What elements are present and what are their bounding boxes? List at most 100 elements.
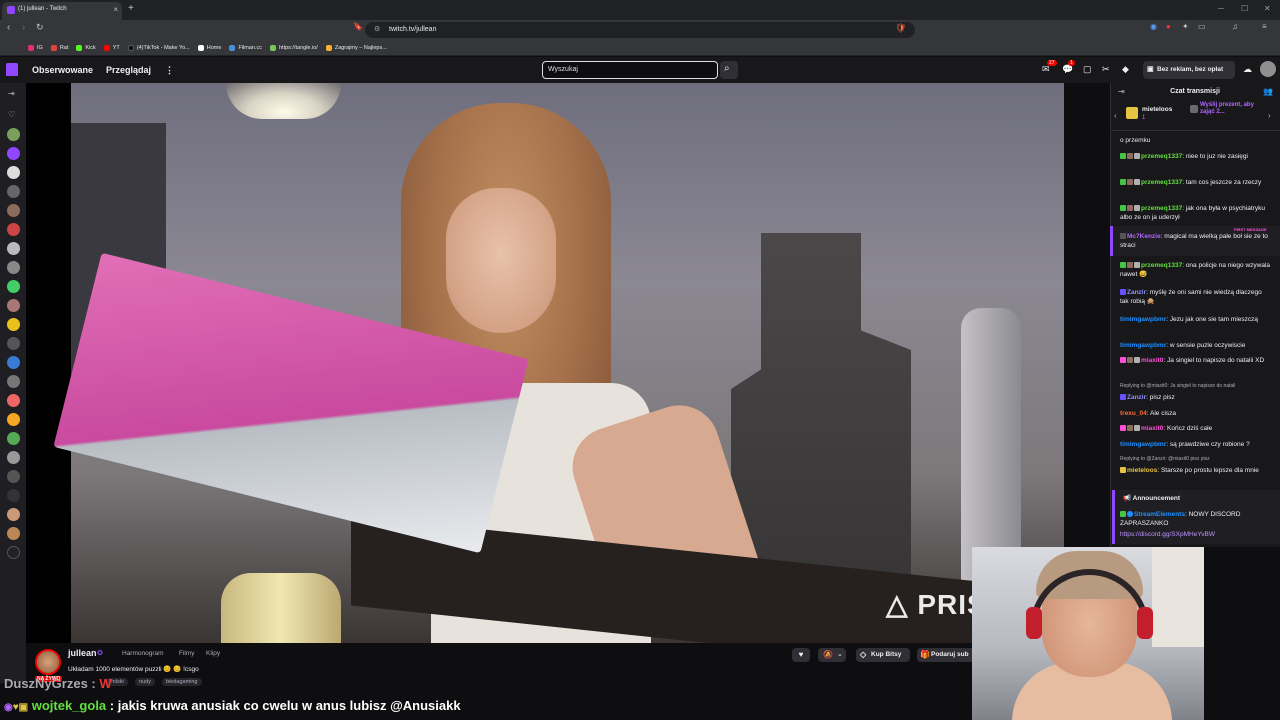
channel-avatar[interactable] (7, 356, 20, 369)
chat-username[interactable]: timimgawpbmr (1120, 342, 1166, 349)
channel-avatar[interactable] (7, 261, 20, 274)
channel-avatar[interactable] (7, 375, 20, 388)
channel-avatar[interactable] (7, 337, 20, 350)
back-icon[interactable]: ‹ (7, 22, 10, 33)
reload-icon[interactable]: ↻ (36, 22, 44, 33)
channel-avatar[interactable] (7, 527, 20, 540)
chat-username[interactable]: Zanzir (1127, 289, 1146, 296)
bookmark-rat[interactable]: Rat (50, 44, 68, 51)
twitch-logo-icon[interactable] (6, 63, 18, 76)
tag-nudy[interactable]: nudy (135, 678, 155, 686)
chat-username[interactable]: timimgawpbmr (1120, 441, 1166, 448)
channel-avatar[interactable] (7, 546, 20, 559)
close-window-icon[interactable]: ✕ (1264, 4, 1271, 13)
url-field[interactable]: ⚙ twitch.tv/jullean (365, 22, 915, 38)
channel-avatar[interactable] (7, 223, 20, 236)
channel-avatar[interactable] (7, 166, 20, 179)
follow-heart-button[interactable]: ♥ (792, 648, 810, 662)
extension-icon[interactable]: ◉ (1150, 22, 1157, 31)
streamer-avatar[interactable] (35, 649, 61, 675)
channel-avatar[interactable] (7, 508, 20, 521)
user-avatar[interactable] (1260, 61, 1276, 77)
tab-videos[interactable]: Filmy (179, 650, 195, 657)
gift-leader-name[interactable]: mieteloos (1142, 106, 1172, 113)
tab-schedule[interactable]: Harmonogram (122, 650, 164, 657)
channel-avatar[interactable] (7, 204, 20, 217)
streamer-name[interactable]: jullean (68, 648, 97, 658)
more-options-icon[interactable]: ⋮ (165, 65, 174, 76)
reply-context[interactable]: Replying to @Zanzir: @miaxit0 pisz pisz (1120, 456, 1272, 462)
maximize-icon[interactable]: ☐ (1241, 4, 1248, 13)
tag-biedagaming[interactable]: biedagaming (162, 678, 202, 686)
tab-clips[interactable]: Klipy (206, 650, 220, 657)
channel-avatar[interactable] (7, 394, 20, 407)
bookmark-tangle[interactable]: https://tangle.io/ (269, 44, 318, 51)
channel-avatar[interactable] (7, 299, 20, 312)
channel-avatar[interactable] (7, 242, 20, 255)
chat-username[interactable]: miaxit0 (1141, 357, 1163, 364)
chat-username[interactable]: Zanzir (1127, 394, 1146, 401)
gift-cta[interactable]: Wyślij prezent, aby zająć 2... (1200, 102, 1258, 116)
channel-avatar[interactable] (7, 489, 20, 502)
bits-icon[interactable]: ◆ (1122, 64, 1129, 75)
channel-avatar[interactable] (7, 147, 20, 160)
search-input[interactable]: Wyszukaj (542, 61, 718, 79)
expand-rail-icon[interactable]: ⇥ (8, 89, 15, 98)
channel-avatar[interactable] (7, 128, 20, 141)
bookmark-yt[interactable]: YT (103, 44, 120, 51)
channel-avatar[interactable] (7, 451, 20, 464)
announcement-link[interactable]: https://discord.gg/SXpMHeYvBW (1120, 531, 1215, 538)
crown-icon[interactable]: ☁ (1243, 64, 1252, 75)
bookmark-icon[interactable]: 🔖 (353, 22, 363, 31)
chat-username[interactable]: miaxit0 (1141, 425, 1163, 432)
webcam-side-panel (1204, 547, 1280, 720)
extensions-puzzle-icon[interactable]: ✦ (1182, 22, 1189, 31)
chevron-left-icon[interactable]: ‹ (1114, 111, 1117, 120)
new-tab-button[interactable]: + (128, 3, 134, 14)
browser-tab[interactable]: (1) jullean - Twitch × (2, 2, 122, 20)
channel-avatar[interactable] (7, 185, 20, 198)
chat-username[interactable]: StreamElements (1134, 511, 1185, 518)
sidebar-toggle-icon[interactable]: ▭ (1198, 22, 1206, 31)
channel-avatar[interactable] (7, 413, 20, 426)
chat-username[interactable]: Mc7Kenzie (1127, 233, 1161, 240)
bookmark-ig[interactable]: IG (28, 44, 43, 51)
forward-icon[interactable]: › (22, 22, 25, 33)
chevron-right-icon[interactable]: › (1268, 111, 1271, 120)
site-info-icon[interactable]: ⚙ (374, 25, 380, 33)
chat-username[interactable]: przemeq1337 (1141, 153, 1182, 160)
record-extension-icon[interactable]: ● (1166, 22, 1171, 31)
channel-avatar[interactable] (7, 470, 20, 483)
channel-avatar[interactable] (7, 280, 20, 293)
chat-username[interactable]: przemeq1337 (1141, 262, 1182, 269)
nav-following[interactable]: Obserwowane (32, 65, 93, 75)
channel-avatar[interactable] (7, 432, 20, 445)
chat-users-icon[interactable]: 👥 (1263, 87, 1273, 96)
minimize-icon[interactable]: ─ (1218, 4, 1224, 13)
chat-username[interactable]: mieteloos (1127, 467, 1157, 474)
bookmark-kick[interactable]: Kick (76, 44, 96, 51)
turbo-no-ads-button[interactable]: ▣ Bez reklam, bez opłat (1143, 61, 1235, 79)
menu-icon[interactable]: ≡ (1262, 22, 1267, 31)
bookmark-zagrajmy[interactable]: Zagrajmy – Najleps... (325, 44, 387, 51)
search-button[interactable]: ⌕ (720, 61, 738, 79)
brave-shield-icon[interactable]: 🛡 (895, 23, 906, 34)
buy-bits-button[interactable]: ◇ Kup Bitsy (856, 648, 910, 662)
bookmark-x-home[interactable]: Home (197, 44, 221, 51)
chat-username[interactable]: przemeq1337 (1141, 179, 1182, 186)
chat-username[interactable]: timimgawpbmr (1120, 316, 1166, 323)
bookmark-filman[interactable]: Filman.cc (229, 44, 262, 51)
bookmark-tiktok[interactable]: (4)TikTok - Make Yo... (127, 44, 190, 51)
close-tab-icon[interactable]: × (113, 5, 118, 14)
reply-context[interactable]: Replying to @miaxit0: Ja singiel to napi… (1120, 383, 1272, 389)
media-icon[interactable]: ♫ (1232, 22, 1238, 31)
channel-avatar[interactable] (7, 318, 20, 331)
video-player[interactable]: △ PRISM (26, 83, 1064, 643)
drops-icon[interactable]: ✂ (1102, 64, 1110, 75)
chat-username[interactable]: trexu_04 (1120, 410, 1147, 417)
nav-browse[interactable]: Przeglądaj (106, 65, 151, 75)
gift-sub-button[interactable]: 🎁 Podaruj sub (917, 648, 977, 662)
notifications-bell-button[interactable]: 🔕 ⌄ (818, 648, 846, 662)
activity-icon[interactable]: ▢ (1083, 64, 1092, 75)
chat-username[interactable]: przemeq1337 (1141, 205, 1182, 212)
